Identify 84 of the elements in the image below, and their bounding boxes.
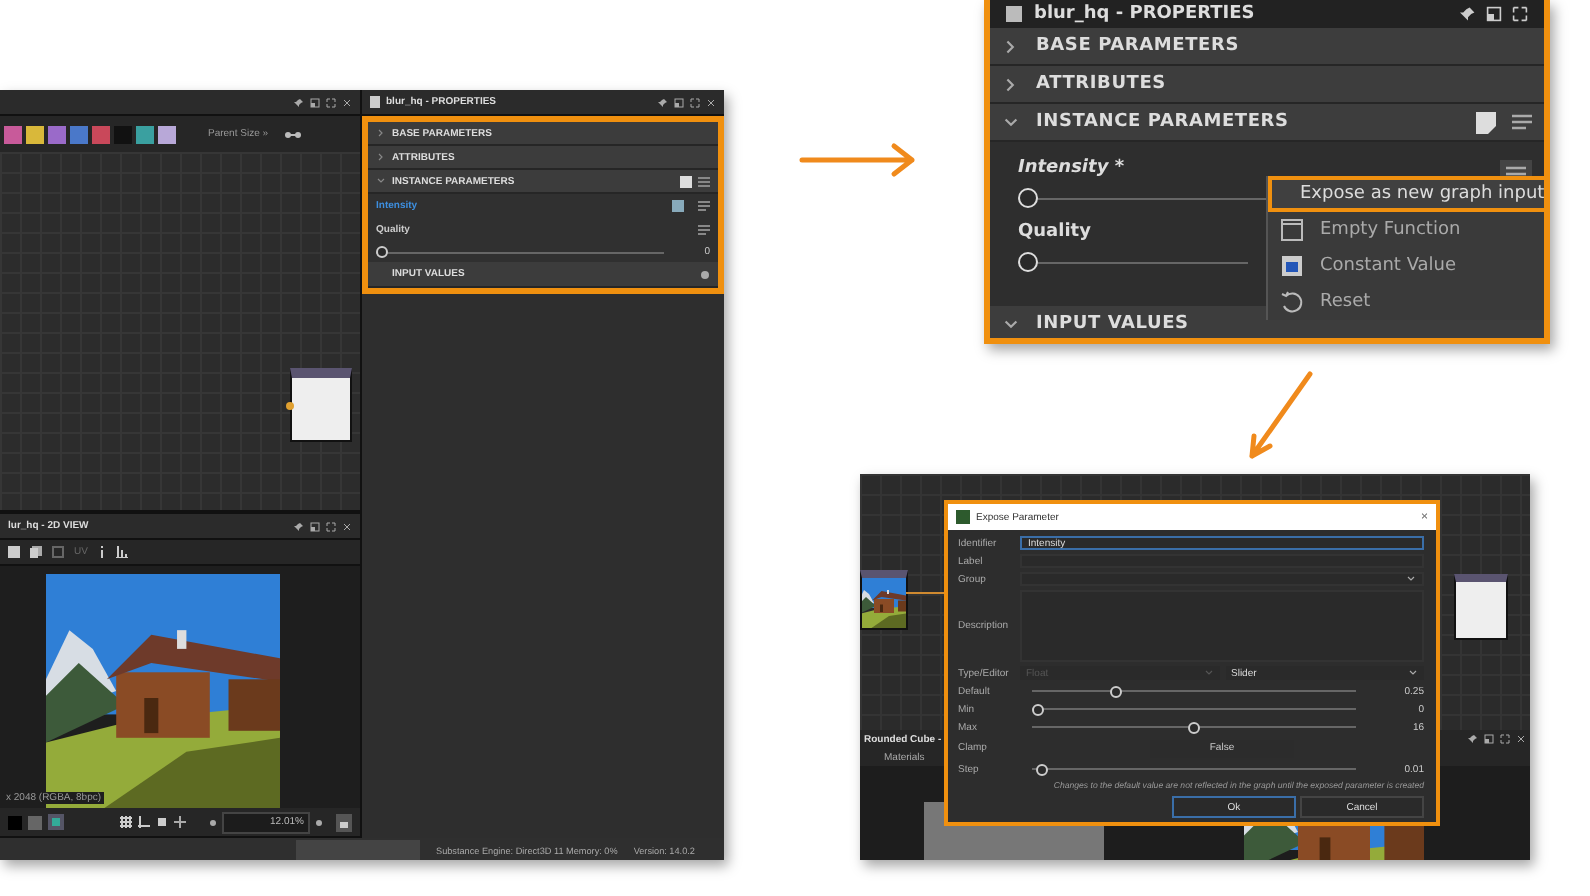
- histogram-icon[interactable]: [115, 546, 128, 558]
- status-field: [296, 840, 420, 860]
- pin-icon[interactable]: [294, 97, 304, 107]
- color-swatch[interactable]: [8, 815, 22, 829]
- document-icon: [1006, 6, 1022, 22]
- slider-thumb[interactable]: [1035, 763, 1048, 775]
- arrow: [1249, 371, 1313, 459]
- edit-icon[interactable]: [672, 200, 686, 212]
- float-icon[interactable]: [310, 521, 320, 531]
- arrow: [799, 143, 915, 177]
- slider-thumb[interactable]: [376, 246, 388, 258]
- crosshair-icon[interactable]: [174, 816, 186, 828]
- list-icon[interactable]: [698, 200, 710, 212]
- pin-icon[interactable]: [1468, 734, 1478, 744]
- float-icon[interactable]: [1486, 6, 1503, 22]
- maximize-icon[interactable]: [326, 97, 336, 107]
- node-port[interactable]: [286, 402, 294, 410]
- menu-item[interactable]: Expose as new graph input: [1268, 176, 1544, 212]
- app-icon: [956, 510, 970, 524]
- reset-icon: [1280, 290, 1304, 314]
- slider[interactable]: [1032, 763, 1356, 775]
- menu-item[interactable]: Constant Value: [1268, 248, 1544, 284]
- chevron-down-icon[interactable]: [1002, 315, 1020, 333]
- slider-thumb[interactable]: [1110, 685, 1122, 697]
- close-icon[interactable]: [342, 521, 352, 531]
- info-icon[interactable]: [97, 546, 106, 558]
- slider[interactable]: [1032, 703, 1356, 715]
- zoom-in-icon[interactable]: [316, 819, 322, 825]
- slider-thumb[interactable]: [1032, 703, 1044, 715]
- constant-icon: [1280, 254, 1304, 278]
- pin-icon[interactable]: [294, 521, 304, 531]
- slider-thumb[interactable]: [1188, 721, 1200, 733]
- parameter-label: Intensity *: [1018, 156, 1125, 182]
- chevron-down-icon[interactable]: [1408, 668, 1418, 678]
- chevron-down-icon[interactable]: [376, 176, 386, 186]
- slider-thumb[interactable]: [1018, 188, 1038, 208]
- chevron-right-icon[interactable]: [1002, 37, 1020, 55]
- graph-node[interactable]: [860, 570, 908, 630]
- pin-icon[interactable]: [1460, 6, 1477, 22]
- copy-icon[interactable]: [30, 546, 42, 558]
- tiling-icon[interactable]: [138, 816, 150, 828]
- close-icon[interactable]: [706, 97, 716, 107]
- channels-icon[interactable]: [48, 814, 64, 830]
- chevron-down-icon[interactable]: [1002, 113, 1020, 131]
- preset-icon[interactable]: [680, 175, 692, 187]
- chevron-right-icon[interactable]: [376, 128, 386, 138]
- zoom-out-icon[interactable]: [210, 819, 216, 825]
- close-icon[interactable]: [342, 97, 352, 107]
- section-header[interactable]: BASE PARAMETERS: [990, 28, 1544, 66]
- maximize-icon[interactable]: [1512, 6, 1528, 22]
- section-header[interactable]: ATTRIBUTES: [990, 66, 1544, 104]
- float-icon[interactable]: [674, 97, 684, 107]
- panel-title: blur_hq - PROPERTIES: [1034, 5, 1255, 23]
- grid-icon[interactable]: [120, 816, 132, 828]
- link-icon[interactable]: [284, 129, 303, 139]
- preset-icon[interactable]: [1476, 111, 1496, 133]
- chevron-right-icon[interactable]: [1002, 75, 1020, 93]
- maximize-icon[interactable]: [326, 521, 336, 531]
- chevron-right-icon[interactable]: [376, 152, 386, 162]
- slider-thumb[interactable]: [1018, 252, 1038, 272]
- float-icon[interactable]: [1484, 734, 1494, 744]
- section-header[interactable]: INSTANCE PARAMETERS: [990, 104, 1544, 142]
- graph-node[interactable]: [1454, 574, 1508, 640]
- graph-node[interactable]: [290, 368, 352, 442]
- function-icon: [1280, 218, 1304, 242]
- connection-line: [906, 592, 944, 594]
- slider[interactable]: [376, 246, 665, 258]
- lock-icon[interactable]: [336, 813, 352, 831]
- close-icon[interactable]: [1516, 734, 1526, 744]
- pin-icon[interactable]: [658, 97, 668, 107]
- menu-item[interactable]: Empty Function: [1268, 212, 1544, 248]
- gear-icon[interactable]: [700, 269, 710, 279]
- maximize-icon[interactable]: [690, 97, 700, 107]
- list-icon[interactable]: [1512, 112, 1532, 132]
- frame-icon[interactable]: [52, 546, 64, 558]
- list-icon[interactable]: [698, 224, 710, 236]
- maximize-icon[interactable]: [1500, 734, 1510, 744]
- document-icon: [370, 96, 380, 108]
- color-swatch[interactable]: [28, 815, 42, 829]
- fit-icon[interactable]: [156, 816, 168, 828]
- float-icon[interactable]: [310, 97, 320, 107]
- chevron-down-icon[interactable]: [1406, 574, 1416, 584]
- parameter-label: Quality: [1018, 220, 1091, 246]
- list-icon[interactable]: [698, 175, 710, 187]
